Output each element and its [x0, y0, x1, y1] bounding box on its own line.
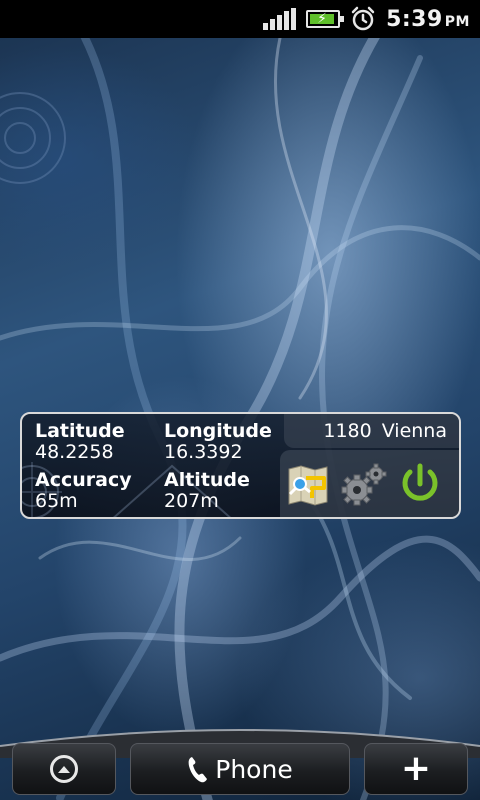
power-icon[interactable] — [398, 462, 442, 506]
status-clock: 5:39 PM — [386, 7, 470, 32]
up-arrow-circle-icon — [50, 755, 78, 783]
location-widget[interactable]: Latitude 48.2258 Longitude 16.3392 Accur… — [20, 412, 461, 519]
plus-icon: + — [400, 748, 432, 789]
phone-label: Phone — [215, 754, 293, 784]
longitude-field: Longitude 16.3392 — [164, 422, 272, 462]
latitude-value: 48.2258 — [35, 441, 114, 463]
status-time: 5:39 — [386, 6, 443, 32]
map-icon[interactable] — [286, 464, 330, 506]
phone-handset-icon — [188, 757, 208, 783]
dock: Phone + — [0, 718, 480, 800]
altitude-label: Altitude — [164, 469, 250, 491]
status-bar: ⚡ 5:39 PM — [0, 0, 480, 38]
signal-icon — [263, 8, 297, 30]
longitude-label: Longitude — [164, 420, 272, 442]
status-ampm: PM — [444, 13, 470, 30]
add-button[interactable]: + — [364, 743, 468, 795]
accuracy-label: Accuracy — [35, 469, 132, 491]
accuracy-value: 65m — [35, 490, 78, 512]
longitude-value: 16.3392 — [164, 441, 243, 463]
alarm-icon — [351, 6, 375, 31]
accuracy-field: Accuracy 65m — [35, 471, 132, 511]
latitude-field: Latitude 48.2258 — [35, 422, 125, 462]
address-postcode: 1180 — [323, 420, 372, 442]
latitude-label: Latitude — [35, 420, 125, 442]
battery-charging-icon: ⚡ — [306, 10, 345, 28]
altitude-field: Altitude 207m — [164, 471, 250, 511]
altitude-value: 207m — [164, 490, 219, 512]
settings-gears-icon[interactable] — [340, 462, 388, 508]
address-city: Vienna — [381, 420, 447, 442]
address-display: 1180 Vienna — [284, 414, 459, 448]
all-apps-button[interactable] — [12, 743, 116, 795]
widget-actions — [280, 450, 459, 517]
phone-button[interactable]: Phone — [130, 743, 350, 795]
